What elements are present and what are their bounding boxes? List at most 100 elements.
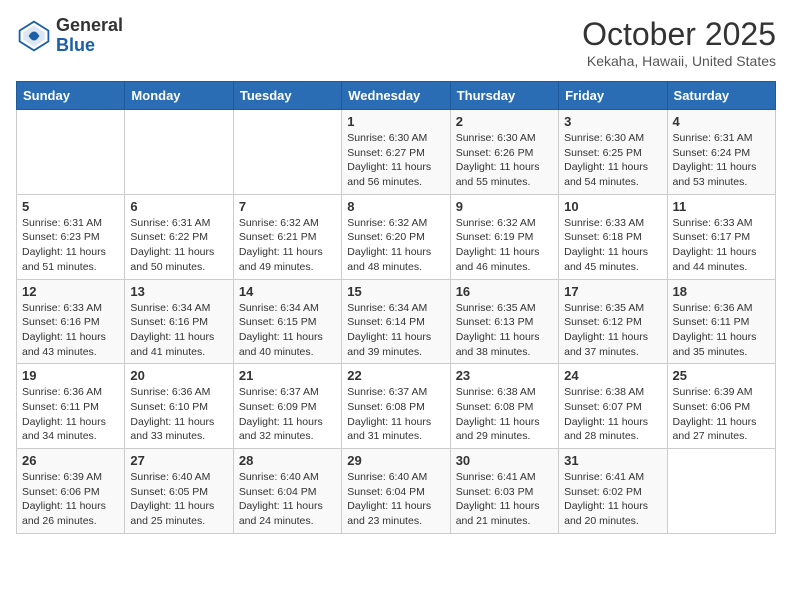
day-number: 19: [22, 368, 119, 383]
day-info: Sunrise: 6:38 AM Sunset: 6:08 PM Dayligh…: [456, 385, 553, 444]
day-number: 13: [130, 284, 227, 299]
day-info: Sunrise: 6:33 AM Sunset: 6:18 PM Dayligh…: [564, 216, 661, 275]
day-number: 16: [456, 284, 553, 299]
day-number: 31: [564, 453, 661, 468]
calendar-day: 25 Sunrise: 6:39 AM Sunset: 6:06 PM Dayli…: [667, 364, 775, 449]
logo: General Blue: [16, 16, 123, 56]
calendar-day: 29 Sunrise: 6:40 AM Sunset: 6:04 PM Dayli…: [342, 449, 450, 534]
day-number: 12: [22, 284, 119, 299]
day-number: 20: [130, 368, 227, 383]
day-number: 15: [347, 284, 444, 299]
day-number: 18: [673, 284, 770, 299]
day-info: Sunrise: 6:40 AM Sunset: 6:05 PM Dayligh…: [130, 470, 227, 529]
calendar-day: 11Sunrise: 6:33 AM Sunset: 6:17 PM Dayli…: [667, 194, 775, 279]
day-number: 25: [673, 368, 770, 383]
day-info: Sunrise: 6:30 AM Sunset: 6:25 PM Dayligh…: [564, 131, 661, 190]
calendar-day: 5 Sunrise: 6:31 AM Sunset: 6:23 PM Daylig…: [17, 194, 125, 279]
day-number: 3: [564, 114, 661, 129]
calendar-week-5: 26 Sunrise: 6:39 AM Sunset: 6:06 PM Dayli…: [17, 449, 776, 534]
day-info: Sunrise: 6:41 AM Sunset: 6:03 PM Dayligh…: [456, 470, 553, 529]
day-number: 22: [347, 368, 444, 383]
day-info: Sunrise: 6:39 AM Sunset: 6:06 PM Dayligh…: [22, 470, 119, 529]
calendar-day: 26 Sunrise: 6:39 AM Sunset: 6:06 PM Dayli…: [17, 449, 125, 534]
calendar-day: [667, 449, 775, 534]
calendar-week-1: 1Sunrise: 6:30 AM Sunset: 6:27 PM Daylig…: [17, 110, 776, 195]
calendar-day: 12 Sunrise: 6:33 AM Sunset: 6:16 PM Dayli…: [17, 279, 125, 364]
calendar-week-3: 12 Sunrise: 6:33 AM Sunset: 6:16 PM Dayli…: [17, 279, 776, 364]
calendar-day: 24 Sunrise: 6:38 AM Sunset: 6:07 PM Dayli…: [559, 364, 667, 449]
calendar-day: [233, 110, 341, 195]
day-number: 26: [22, 453, 119, 468]
day-number: 8: [347, 199, 444, 214]
weekday-header-monday: Monday: [125, 82, 233, 110]
day-info: Sunrise: 6:34 AM Sunset: 6:14 PM Dayligh…: [347, 301, 444, 360]
day-info: Sunrise: 6:30 AM Sunset: 6:26 PM Dayligh…: [456, 131, 553, 190]
calendar-day: 21 Sunrise: 6:37 AM Sunset: 6:09 PM Dayli…: [233, 364, 341, 449]
day-info: Sunrise: 6:31 AM Sunset: 6:23 PM Dayligh…: [22, 216, 119, 275]
day-info: Sunrise: 6:37 AM Sunset: 6:08 PM Dayligh…: [347, 385, 444, 444]
calendar-day: 30Sunrise: 6:41 AM Sunset: 6:03 PM Dayli…: [450, 449, 558, 534]
day-info: Sunrise: 6:36 AM Sunset: 6:10 PM Dayligh…: [130, 385, 227, 444]
day-info: Sunrise: 6:33 AM Sunset: 6:16 PM Dayligh…: [22, 301, 119, 360]
day-number: 24: [564, 368, 661, 383]
day-number: 27: [130, 453, 227, 468]
day-info: Sunrise: 6:35 AM Sunset: 6:12 PM Dayligh…: [564, 301, 661, 360]
day-number: 7: [239, 199, 336, 214]
calendar-day: 9 Sunrise: 6:32 AM Sunset: 6:19 PM Daylig…: [450, 194, 558, 279]
title-block: October 2025 Kekaha, Hawaii, United Stat…: [582, 16, 776, 69]
calendar-day: 8Sunrise: 6:32 AM Sunset: 6:20 PM Daylig…: [342, 194, 450, 279]
day-info: Sunrise: 6:30 AM Sunset: 6:27 PM Dayligh…: [347, 131, 444, 190]
calendar-day: 27 Sunrise: 6:40 AM Sunset: 6:05 PM Dayli…: [125, 449, 233, 534]
calendar-table: SundayMondayTuesdayWednesdayThursdayFrid…: [16, 81, 776, 534]
calendar-day: 19 Sunrise: 6:36 AM Sunset: 6:11 PM Dayli…: [17, 364, 125, 449]
day-number: 29: [347, 453, 444, 468]
calendar-day: 15 Sunrise: 6:34 AM Sunset: 6:14 PM Dayli…: [342, 279, 450, 364]
day-number: 10: [564, 199, 661, 214]
day-number: 6: [130, 199, 227, 214]
weekday-header-wednesday: Wednesday: [342, 82, 450, 110]
calendar-day: 10 Sunrise: 6:33 AM Sunset: 6:18 PM Dayli…: [559, 194, 667, 279]
calendar-day: 13 Sunrise: 6:34 AM Sunset: 6:16 PM Dayli…: [125, 279, 233, 364]
day-number: 21: [239, 368, 336, 383]
calendar-day: 20 Sunrise: 6:36 AM Sunset: 6:10 PM Dayli…: [125, 364, 233, 449]
calendar-week-4: 19 Sunrise: 6:36 AM Sunset: 6:11 PM Dayli…: [17, 364, 776, 449]
calendar-day: 3 Sunrise: 6:30 AM Sunset: 6:25 PM Daylig…: [559, 110, 667, 195]
day-number: 17: [564, 284, 661, 299]
calendar-day: [125, 110, 233, 195]
day-info: Sunrise: 6:39 AM Sunset: 6:06 PM Dayligh…: [673, 385, 770, 444]
day-info: Sunrise: 6:37 AM Sunset: 6:09 PM Dayligh…: [239, 385, 336, 444]
weekday-header-saturday: Saturday: [667, 82, 775, 110]
day-number: 9: [456, 199, 553, 214]
calendar-day: 7 Sunrise: 6:32 AM Sunset: 6:21 PM Daylig…: [233, 194, 341, 279]
day-info: Sunrise: 6:36 AM Sunset: 6:11 PM Dayligh…: [673, 301, 770, 360]
weekday-header-tuesday: Tuesday: [233, 82, 341, 110]
calendar-day: 14Sunrise: 6:34 AM Sunset: 6:15 PM Dayli…: [233, 279, 341, 364]
calendar-week-2: 5 Sunrise: 6:31 AM Sunset: 6:23 PM Daylig…: [17, 194, 776, 279]
day-number: 5: [22, 199, 119, 214]
calendar-day: 31 Sunrise: 6:41 AM Sunset: 6:02 PM Dayli…: [559, 449, 667, 534]
day-info: Sunrise: 6:31 AM Sunset: 6:24 PM Dayligh…: [673, 131, 770, 190]
day-info: Sunrise: 6:34 AM Sunset: 6:16 PM Dayligh…: [130, 301, 227, 360]
day-info: Sunrise: 6:41 AM Sunset: 6:02 PM Dayligh…: [564, 470, 661, 529]
calendar-day: 17 Sunrise: 6:35 AM Sunset: 6:12 PM Dayli…: [559, 279, 667, 364]
weekday-header-thursday: Thursday: [450, 82, 558, 110]
day-number: 2: [456, 114, 553, 129]
calendar-day: 28 Sunrise: 6:40 AM Sunset: 6:04 PM Dayli…: [233, 449, 341, 534]
day-info: Sunrise: 6:38 AM Sunset: 6:07 PM Dayligh…: [564, 385, 661, 444]
calendar-day: 16Sunrise: 6:35 AM Sunset: 6:13 PM Dayli…: [450, 279, 558, 364]
day-number: 28: [239, 453, 336, 468]
day-info: Sunrise: 6:40 AM Sunset: 6:04 PM Dayligh…: [347, 470, 444, 529]
day-info: Sunrise: 6:34 AM Sunset: 6:15 PM Dayligh…: [239, 301, 336, 360]
logo-icon: [16, 18, 52, 54]
calendar-day: 6 Sunrise: 6:31 AM Sunset: 6:22 PM Daylig…: [125, 194, 233, 279]
calendar-day: 23 Sunrise: 6:38 AM Sunset: 6:08 PM Dayli…: [450, 364, 558, 449]
weekday-header-friday: Friday: [559, 82, 667, 110]
day-number: 23: [456, 368, 553, 383]
day-info: Sunrise: 6:36 AM Sunset: 6:11 PM Dayligh…: [22, 385, 119, 444]
day-info: Sunrise: 6:31 AM Sunset: 6:22 PM Dayligh…: [130, 216, 227, 275]
day-info: Sunrise: 6:32 AM Sunset: 6:19 PM Dayligh…: [456, 216, 553, 275]
day-info: Sunrise: 6:40 AM Sunset: 6:04 PM Dayligh…: [239, 470, 336, 529]
day-number: 11: [673, 199, 770, 214]
page-header: General Blue October 2025 Kekaha, Hawaii…: [16, 16, 776, 69]
day-info: Sunrise: 6:32 AM Sunset: 6:21 PM Dayligh…: [239, 216, 336, 275]
